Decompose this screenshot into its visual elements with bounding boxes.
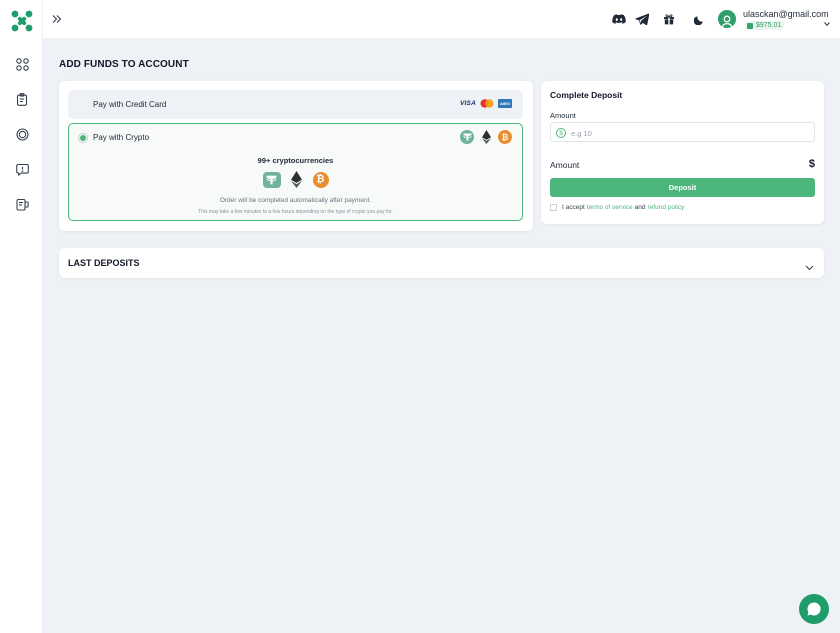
crypto-coins-small: ₿ <box>460 130 512 144</box>
crypto-count: 99+ cryptocurrencies <box>257 156 334 165</box>
wallet-icon <box>747 22 753 29</box>
amex-text: AMEX <box>499 101 511 106</box>
complete-deposit-card: Complete Deposit Amount $ e.g 10 Amount … <box>541 81 824 224</box>
balance-amount: $975.01 <box>756 22 782 29</box>
terms-row: I accept terms of service and refund pol… <box>550 204 686 211</box>
live-chat-button[interactable] <box>799 594 829 624</box>
refund-policy-link[interactable]: refund policy <box>648 204 685 211</box>
accept-terms-checkbox[interactable] <box>550 204 557 211</box>
pay-with-credit-card-option[interactable]: Pay with Credit Card VISA AMEX <box>68 90 523 119</box>
dollar-icon: $ <box>556 128 566 138</box>
grid-icon[interactable] <box>13 55 31 73</box>
tether-icon <box>262 171 281 188</box>
balance-badge: $975.01 <box>745 21 785 30</box>
sidebar <box>0 0 43 633</box>
topbar: ulasckan@gmail.com $975.01 <box>43 0 840 39</box>
bitcoin-icon: ₿ <box>312 171 329 188</box>
crypto-coins-large: ₿ <box>69 171 522 188</box>
add-funds-icon[interactable] <box>13 195 31 213</box>
payment-method-card: Pay with Credit Card VISA AMEX Pay with … <box>59 81 533 231</box>
timing-note: This may take a few minutes to a few hou… <box>198 209 393 215</box>
discord-icon[interactable] <box>611 11 627 27</box>
chevron-down-icon[interactable] <box>823 15 831 27</box>
card-logos: VISA AMEX <box>460 99 512 108</box>
page-title: ADD FUNDS TO ACCOUNT <box>59 59 189 70</box>
summary-amount-value: $ <box>808 158 815 170</box>
ethereum-icon <box>480 130 492 144</box>
terms-prefix: I accept <box>562 204 585 211</box>
user-email[interactable]: ulasckan@gmail.com <box>743 9 829 19</box>
expand-sidebar-icon[interactable] <box>51 12 65 26</box>
summary-amount-label: Amount <box>550 160 580 170</box>
clipboard-icon[interactable] <box>13 90 31 108</box>
terms-and: and <box>634 204 646 211</box>
chat-bubble-icon <box>807 602 821 616</box>
gift-icon[interactable] <box>661 11 677 27</box>
moon-icon[interactable] <box>691 11 707 27</box>
pay-with-crypto-option[interactable]: Pay with Crypto ₿ 99+ cryptocurrencies ₿… <box>68 123 523 221</box>
ethereum-icon <box>291 171 303 188</box>
completion-note: Order will be completed automatically af… <box>219 197 372 204</box>
amex-logo: AMEX <box>498 99 512 108</box>
amount-input[interactable]: $ e.g 10 <box>550 122 815 142</box>
tether-icon <box>460 130 474 144</box>
mastercard-logo <box>480 99 494 108</box>
amount-placeholder: e.g 10 <box>571 129 592 138</box>
deposit-title: Complete Deposit <box>550 90 623 100</box>
last-deposits-accordion[interactable]: LAST DEPOSITS <box>59 248 824 278</box>
chevron-down-icon[interactable] <box>805 259 814 271</box>
terms-of-service-link[interactable]: terms of service <box>587 204 633 211</box>
deposit-button[interactable]: Deposit <box>550 178 815 197</box>
crypto-label: Pay with Crypto <box>93 133 150 142</box>
api-chip-icon[interactable] <box>13 125 31 143</box>
visa-logo: VISA <box>460 100 476 107</box>
bitcoin-icon: ₿ <box>498 130 512 144</box>
avatar[interactable] <box>718 10 736 28</box>
amount-label: Amount <box>550 111 576 120</box>
last-deposits-title: LAST DEPOSITS <box>68 258 140 268</box>
app-logo[interactable] <box>11 10 33 32</box>
credit-card-label: Pay with Credit Card <box>93 100 167 109</box>
telegram-icon[interactable] <box>634 11 650 27</box>
support-chat-icon[interactable] <box>13 160 31 178</box>
crypto-radio[interactable] <box>78 133 88 143</box>
